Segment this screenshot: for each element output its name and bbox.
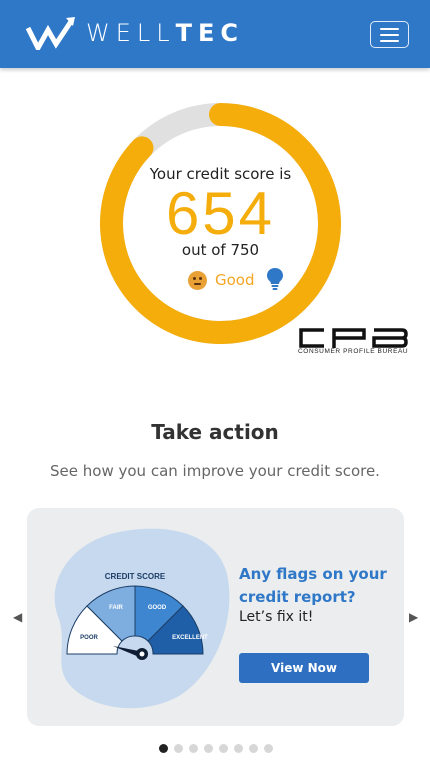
carousel-dot[interactable] <box>249 744 258 753</box>
logo-text: WELLTEC <box>86 19 245 47</box>
carousel-dot[interactable] <box>174 744 183 753</box>
card-heading: Any flags on your credit report? <box>239 565 387 606</box>
score-max-text: out of 750 <box>181 241 260 259</box>
carousel-dot[interactable] <box>189 744 198 753</box>
neutral-face-icon <box>188 270 207 290</box>
segment-good-label: GOOD <box>148 605 167 611</box>
carousel-dot[interactable] <box>159 744 168 753</box>
rating-label: Good <box>215 271 255 289</box>
carousel-indicators <box>159 744 273 753</box>
take-action-title: Take action <box>151 420 279 444</box>
carousel-next-button[interactable]: ▶ <box>409 610 418 624</box>
segment-poor-label: POOR <box>80 635 98 641</box>
lightbulb-icon[interactable] <box>266 267 284 291</box>
view-now-button[interactable]: View Now <box>239 653 369 683</box>
score-summary: Your credit score is 654 out of 750 Good <box>100 103 341 344</box>
score-value: 654 <box>165 180 276 247</box>
carousel-slide-card[interactable]: CREDIT SCORE POOR FAIR GOOD EXCELLENT An… <box>27 508 404 726</box>
segment-excellent-label: EXCELLENT <box>172 635 208 641</box>
hamburger-menu-button[interactable] <box>370 21 409 48</box>
carousel-dot[interactable] <box>264 744 273 753</box>
carousel-prev-button[interactable]: ◀ <box>13 610 22 624</box>
carousel-dot[interactable] <box>234 744 243 753</box>
cpb-letters-logo <box>299 328 408 348</box>
chevron-right-icon: ▶ <box>409 610 419 624</box>
cpb-name: CONSUMER PROFILE BUREAU <box>298 348 409 355</box>
card-text: Let’s fix it! <box>239 609 314 625</box>
gauge-illustration-title: CREDIT SCORE <box>105 572 166 581</box>
segment-fair-label: FAIR <box>109 605 123 611</box>
hamburger-icon <box>380 27 399 30</box>
carousel-dot[interactable] <box>219 744 228 753</box>
top-navbar: WELLTEC <box>0 0 430 68</box>
logo-check-icon <box>26 17 75 50</box>
take-action-subtitle: See how you can improve your credit scor… <box>50 462 380 480</box>
credit-score-meter-illustration: CREDIT SCORE POOR FAIR GOOD EXCELLENT <box>54 528 230 709</box>
welltec-logo[interactable]: WELLTEC <box>26 16 244 50</box>
chevron-left-icon: ◀ <box>13 610 23 624</box>
consumer-profile-bureau-logo: CONSUMER PROFILE BUREAU <box>298 327 408 361</box>
carousel-dot[interactable] <box>204 744 213 753</box>
score-rating: Good <box>188 268 255 292</box>
